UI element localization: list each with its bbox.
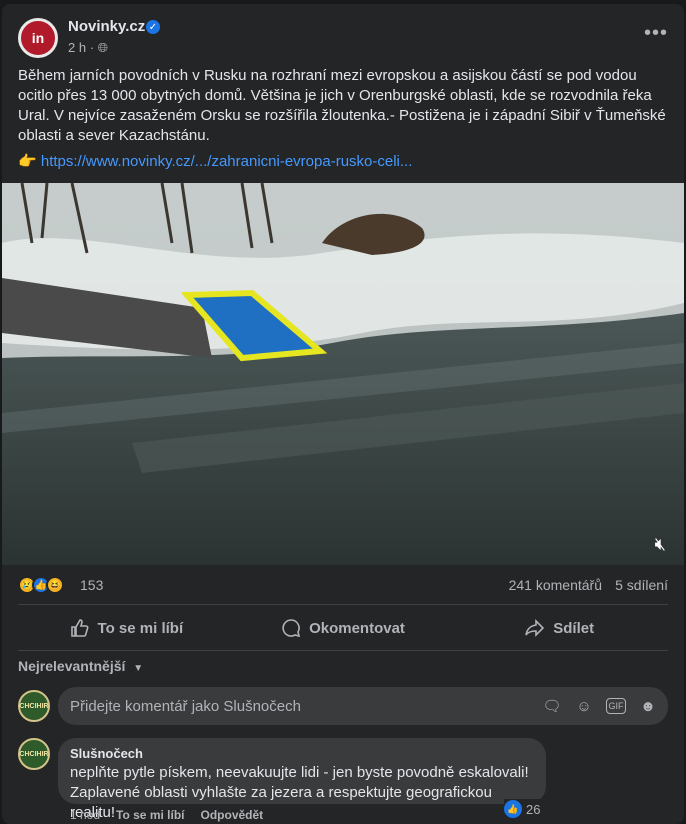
- comment-reaction-count: 26: [526, 801, 541, 817]
- like-button-label: To se mi líbí: [97, 619, 184, 637]
- comment-button-label: Okomentovat: [309, 619, 405, 637]
- comment-input[interactable]: [70, 687, 540, 725]
- comment-sort-label: Nejrelevantnější: [18, 658, 126, 674]
- post-card: in Novinky.cz ✓ 2 h · 🌐︎ ••• Během jarní…: [2, 4, 684, 824]
- haha-reaction-icon: 😆: [46, 576, 64, 594]
- comment-input-box[interactable]: 🗨︎ ☺︎ GIF ☻: [58, 687, 668, 725]
- shares-count[interactable]: 5 sdílení: [615, 577, 668, 593]
- reaction-icons[interactable]: 😢 👍 😆: [18, 576, 64, 594]
- like-button[interactable]: To se mi líbí: [18, 610, 235, 646]
- post-link-line: 👉 https://www.novinky.cz/.../zahranicni-…: [18, 152, 412, 170]
- like-reaction-icon: 👍: [504, 800, 522, 818]
- page-name[interactable]: Novinky.cz: [68, 18, 145, 35]
- video-frame: [2, 183, 684, 565]
- gif-icon[interactable]: GIF: [606, 698, 626, 714]
- comment-reactions[interactable]: 👍 26: [504, 799, 545, 819]
- divider: [18, 604, 668, 605]
- comments-count[interactable]: 241 komentářů: [509, 577, 602, 593]
- post-time[interactable]: 2 h: [68, 40, 86, 55]
- pointing-hand-icon: 👉: [18, 153, 37, 170]
- current-user-avatar[interactable]: CHCIHIR: [18, 690, 50, 722]
- divider: [18, 650, 668, 651]
- thumbs-up-icon: [70, 619, 89, 637]
- comment-like-button[interactable]: To se mi líbí: [116, 808, 184, 822]
- more-options-button[interactable]: •••: [644, 22, 668, 45]
- video-player[interactable]: 🔇︎: [2, 183, 684, 565]
- share-button[interactable]: Sdílet: [451, 610, 668, 646]
- avatar-sticker-icon[interactable]: ☻: [638, 696, 658, 716]
- comment-reply-button[interactable]: Odpovědět: [201, 808, 264, 822]
- post-text: Během jarních povodních v Rusku na rozhr…: [18, 67, 666, 144]
- emoji-icon[interactable]: ☺︎: [574, 696, 594, 716]
- verified-badge-icon: ✓: [146, 20, 160, 34]
- mute-icon[interactable]: 🔇︎: [655, 534, 666, 555]
- share-button-label: Sdílet: [553, 619, 595, 637]
- comment-button[interactable]: Okomentovat: [235, 610, 452, 646]
- comment-author[interactable]: Slušnočech: [70, 746, 143, 761]
- chevron-down-icon: ▼: [133, 663, 144, 674]
- comment-author-avatar[interactable]: CHCIHIR: [18, 738, 50, 770]
- post-header: in Novinky.cz ✓ 2 h · 🌐︎ •••: [18, 16, 668, 60]
- reaction-count[interactable]: 153: [80, 577, 103, 593]
- globe-icon: 🌐︎: [97, 40, 109, 55]
- page-avatar[interactable]: in: [18, 18, 58, 58]
- comment-time[interactable]: 1 hod: [70, 808, 100, 822]
- post-actions: To se mi líbí Okomentovat Sdílet: [18, 610, 668, 646]
- sticker-icon[interactable]: 🗨︎: [542, 696, 562, 716]
- post-stats: 😢 👍 😆 153 241 komentářů 5 sdílení: [18, 574, 668, 598]
- post-meta: 2 h · 🌐︎: [68, 40, 108, 56]
- separator-dot: ·: [89, 40, 98, 55]
- comment-bubble: Slušnočech neplňte pytle pískem, neevaku…: [58, 738, 546, 821]
- post-link[interactable]: https://www.novinky.cz/.../zahranicni-ev…: [41, 153, 413, 170]
- share-arrow-icon: [525, 619, 545, 637]
- comment-input-tools: 🗨︎ ☺︎ GIF ☻: [542, 696, 658, 716]
- comment-actions: 1 hod To se mi líbí Odpovědět: [70, 808, 263, 822]
- comment-bubble-icon: [282, 619, 301, 638]
- comment-sort-dropdown[interactable]: Nejrelevantnější ▼: [18, 658, 143, 674]
